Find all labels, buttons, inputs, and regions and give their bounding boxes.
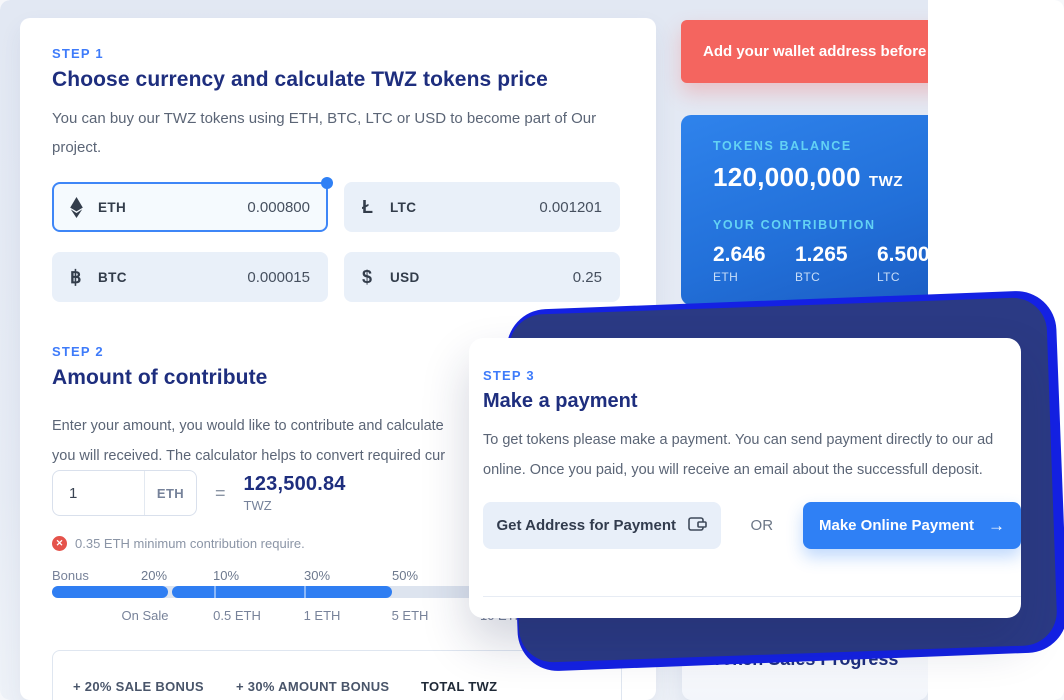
bar-tick: [214, 586, 216, 598]
contribution-ltc: 6.500 LTC: [877, 243, 928, 284]
amount-value[interactable]: 1: [53, 485, 144, 502]
wallet-alert-banner[interactable]: Add your wallet address before bu: [681, 20, 928, 83]
get-address-button[interactable]: Get Address for Payment: [483, 502, 721, 549]
step2-description-line2: you will received. The calculator helps …: [52, 442, 445, 471]
currency-code: LTC: [390, 200, 416, 215]
step2-label: STEP 2: [52, 344, 104, 359]
bonus-label: Bonus: [52, 568, 89, 583]
validation-error: ✕ 0.35 ETH minimum contribution require.: [52, 536, 305, 551]
selected-indicator: [321, 177, 333, 189]
total-twz-label: TOTAL TWZ: [421, 679, 497, 694]
bonus-percent: 10%: [213, 568, 239, 583]
get-address-label: Get Address for Payment: [497, 517, 677, 534]
tokens-balance-card: TOKENS BALANCE 120,000,000 TWZ YOUR CONT…: [681, 115, 928, 305]
contribution-amount: 6.500: [877, 243, 928, 267]
currency-rate: 0.000015: [247, 269, 310, 286]
step3-title: Make a payment: [483, 390, 1021, 413]
bonus-percent: 20%: [141, 568, 167, 583]
step3-label: STEP 3: [483, 368, 1021, 383]
step1-title: Choose currency and calculate TWZ tokens…: [52, 68, 548, 92]
contribution-currency: BTC: [795, 270, 877, 284]
bonus-percent: 30%: [304, 568, 330, 583]
make-online-payment-button[interactable]: Make Online Payment →: [803, 502, 1021, 549]
axis-label: 1 ETH: [304, 608, 341, 623]
arrow-right-icon: →: [988, 516, 1005, 536]
contribution-label: YOUR CONTRIBUTION: [713, 218, 928, 232]
currency-tile-btc[interactable]: ฿ BTC 0.000015: [52, 252, 328, 302]
step2-description-line1: Enter your amount, you would like to con…: [52, 412, 444, 441]
contribution-currency: ETH: [713, 270, 795, 284]
contribution-btc: 1.265 BTC: [795, 243, 877, 284]
contribution-amount: 1.265: [795, 243, 877, 267]
result-value: 123,500.84: [244, 473, 346, 496]
tokens-balance-unit: TWZ: [869, 173, 903, 190]
currency-tile-ltc[interactable]: Ł LTC 0.001201: [344, 182, 620, 232]
step1-description: You can buy our TWZ tokens using ETH, BT…: [52, 104, 602, 162]
contribution-amount: 2.646: [713, 243, 795, 267]
step3-description-line1: To get tokens please make a payment. You…: [483, 425, 1021, 455]
contribution-currency: LTC: [877, 270, 928, 284]
step3-description-line2: online. Once you paid, you will receive …: [483, 455, 1021, 485]
error-text: 0.35 ETH minimum contribution require.: [75, 536, 305, 551]
step2-title: Amount of contribute: [52, 366, 267, 390]
equals-sign: =: [215, 483, 226, 504]
or-separator: OR: [751, 517, 774, 534]
step1-label: STEP 1: [52, 46, 104, 61]
ltc-icon: Ł: [362, 197, 390, 218]
amount-row: 1 ETH = 123,500.84 TWZ: [52, 470, 346, 516]
error-icon: ✕: [52, 536, 67, 551]
sale-bonus-label: + 20% SALE BONUS: [73, 679, 204, 694]
currency-code: BTC: [98, 270, 127, 285]
wallet-icon: [688, 516, 707, 536]
bonus-percent: 50%: [392, 568, 418, 583]
currency-rate: 0.001201: [539, 199, 602, 216]
divider: [483, 596, 1021, 597]
tokens-balance-label: TOKENS BALANCE: [713, 139, 928, 153]
bonus-fill-segment: [172, 586, 392, 598]
page: STEP 1 Choose currency and calculate TWZ…: [0, 0, 1064, 700]
tokens-balance-value: 120,000,000: [713, 162, 861, 193]
pay-button-label: Make Online Payment: [819, 517, 974, 534]
conversion-result: 123,500.84 TWZ: [244, 473, 346, 513]
bonus-fill-segment: [52, 586, 168, 598]
usd-icon: $: [362, 267, 390, 288]
amount-bonus-label: + 30% AMOUNT BONUS: [236, 679, 389, 694]
currency-tile-usd[interactable]: $ USD 0.25: [344, 252, 620, 302]
currency-code: USD: [390, 270, 420, 285]
payment-actions: Get Address for Payment OR Make Online P…: [483, 502, 1021, 549]
currency-rate: 0.25: [573, 269, 602, 286]
axis-label: On Sale: [122, 608, 169, 623]
eth-icon: [70, 197, 98, 218]
axis-label: 0.5 ETH: [213, 608, 261, 623]
wallet-alert-text: Add your wallet address before bu: [703, 43, 928, 60]
btc-icon: ฿: [70, 267, 98, 288]
contribution-eth: 2.646 ETH: [713, 243, 795, 284]
amount-input[interactable]: 1 ETH: [52, 470, 197, 516]
currency-rate: 0.000800: [247, 199, 310, 216]
currency-code: ETH: [98, 200, 126, 215]
axis-label: 5 ETH: [392, 608, 429, 623]
payment-card: STEP 3 Make a payment To get tokens plea…: [469, 338, 1021, 618]
currency-tile-eth[interactable]: ETH 0.000800: [52, 182, 328, 232]
result-unit: TWZ: [244, 498, 346, 513]
amount-unit: ETH: [144, 471, 196, 515]
bar-tick: [304, 586, 306, 598]
